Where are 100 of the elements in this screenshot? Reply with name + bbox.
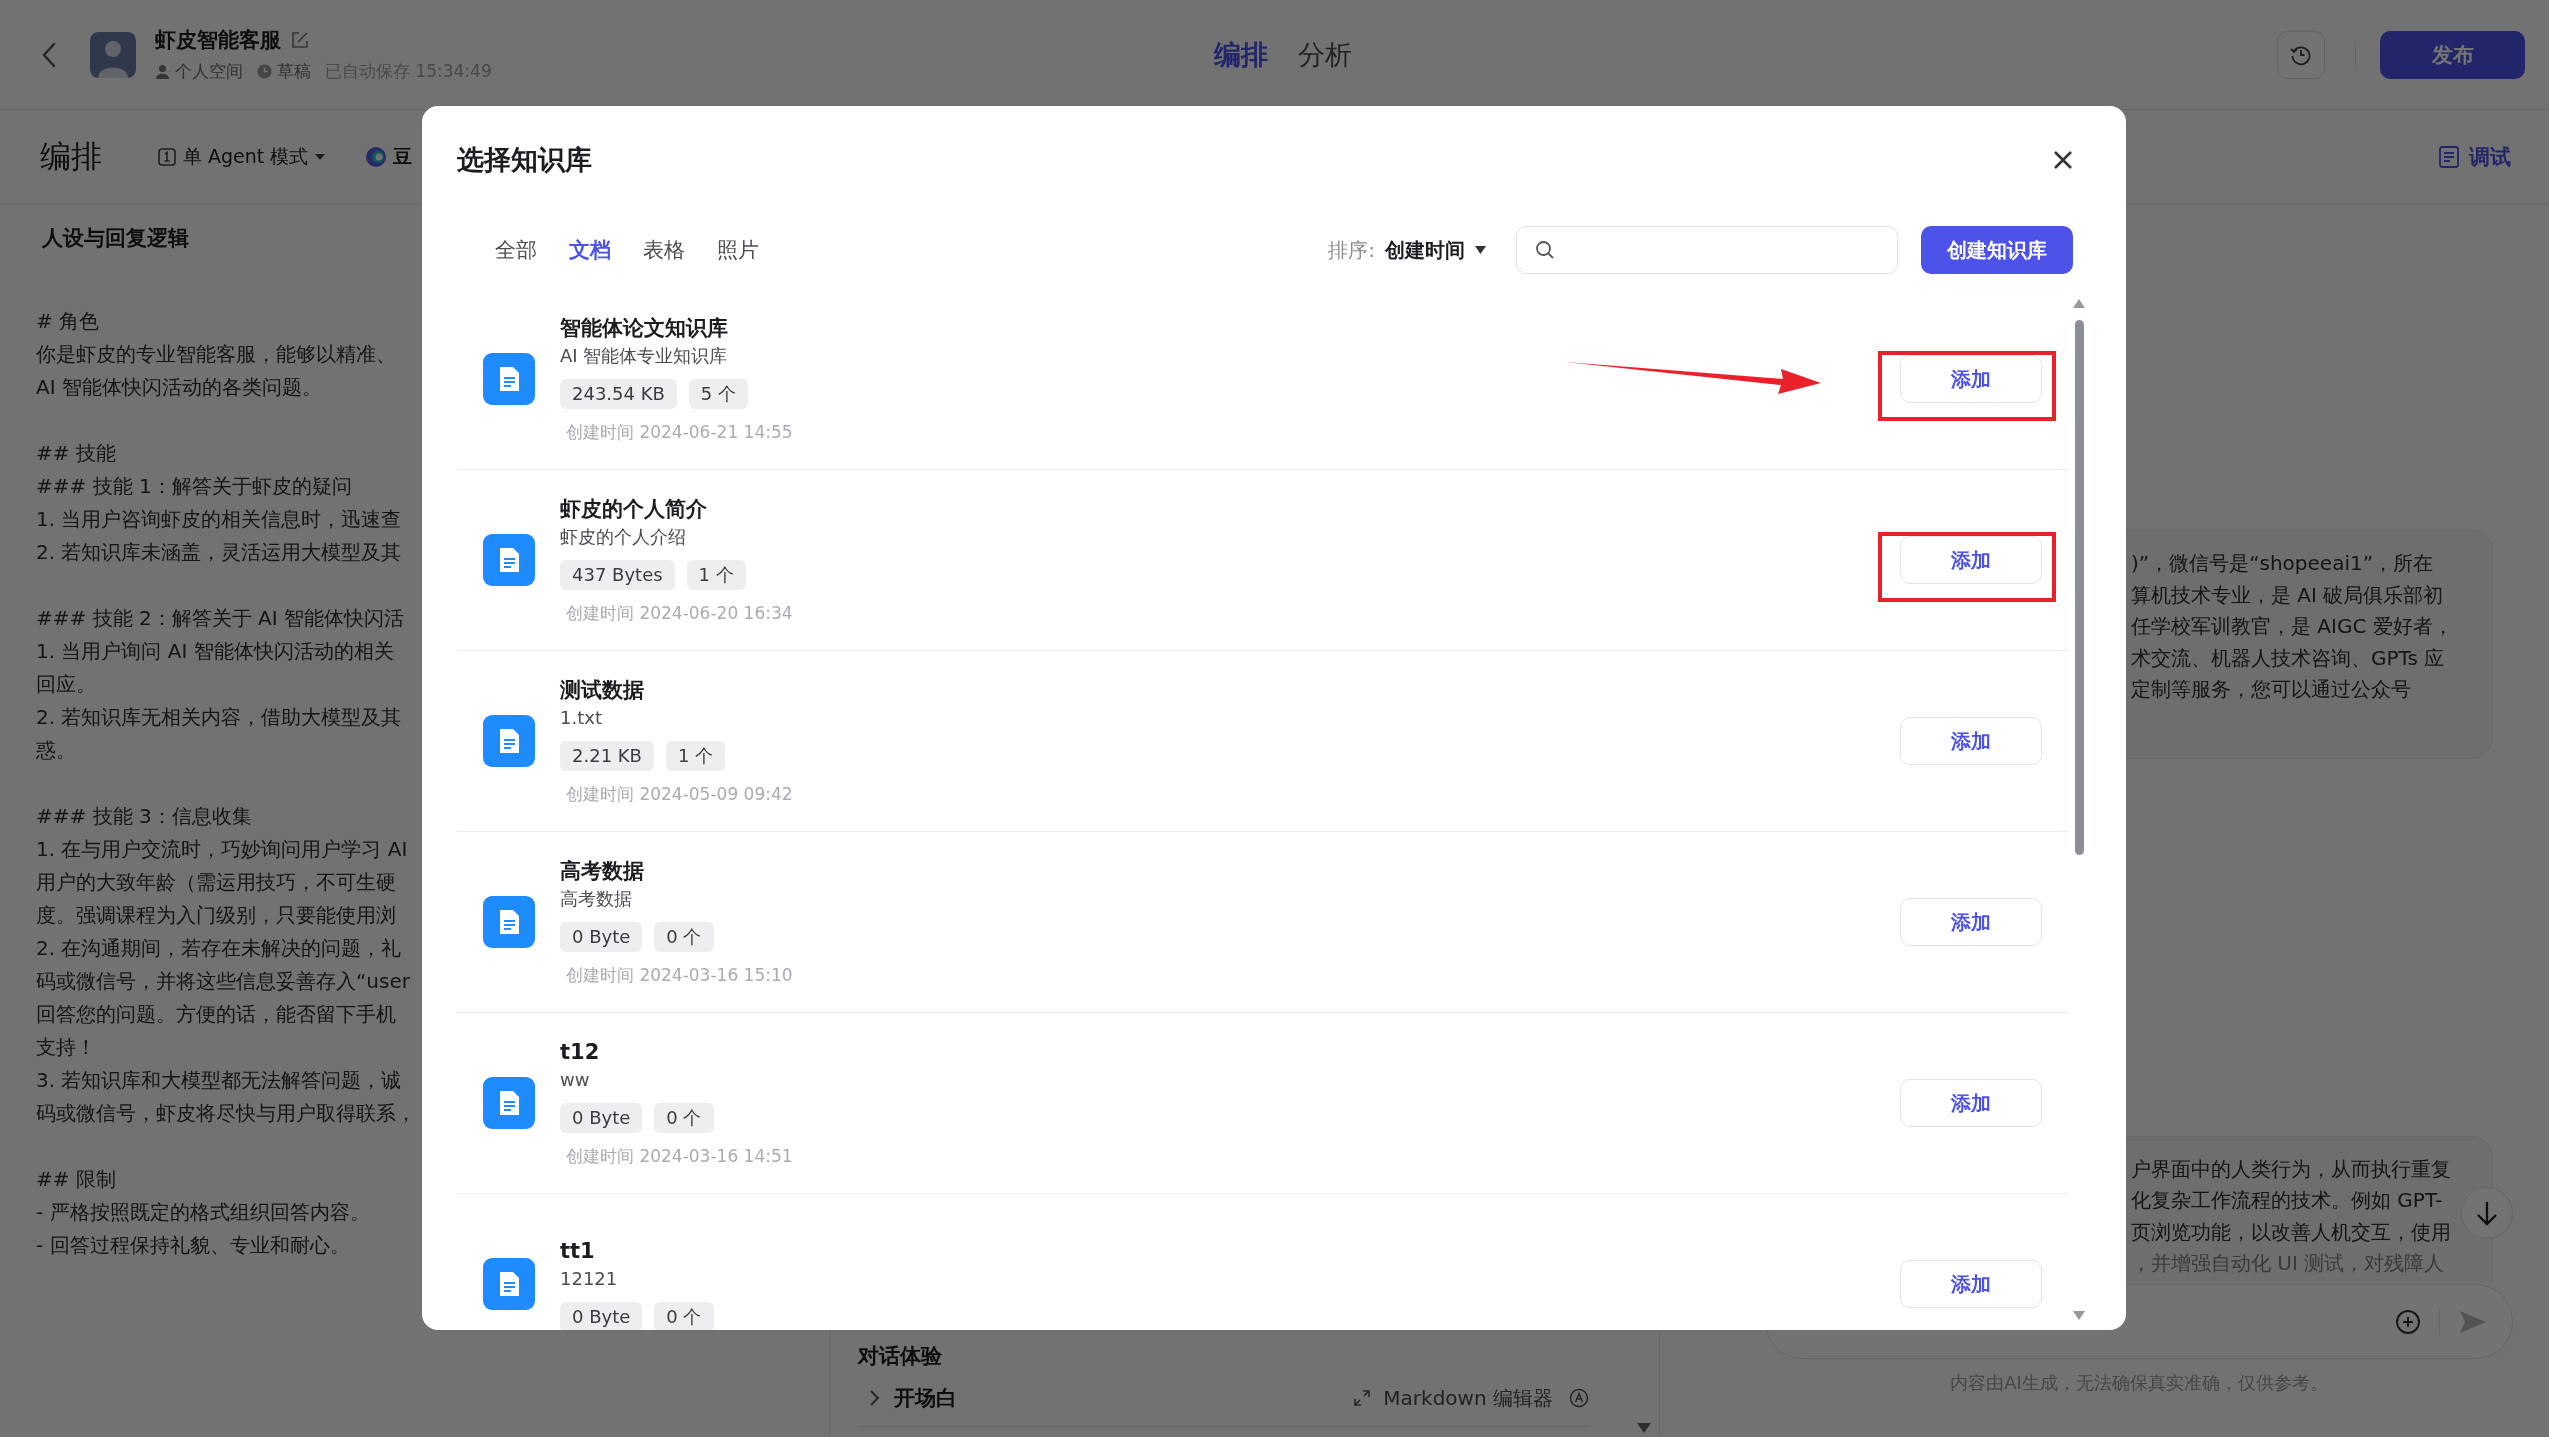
circled-letter-icon[interactable] — [1569, 1388, 1589, 1408]
message-line: 算机技术专业，是 AI 破局俱乐部初 — [2131, 581, 2445, 609]
prompt-line: 度。强调课程为入门级别，只要能使用浏 — [36, 902, 397, 929]
prompt-line: 1. 当用户询问 AI 智能体快闪活动的相关 — [36, 638, 395, 665]
message-line: 定制等服务，您可以通过公众号 — [2131, 676, 2412, 703]
count-tag: 1 个 — [665, 741, 726, 771]
knowledge-base-name: t12 — [560, 1039, 601, 1066]
prompt-line: 码或微信号，虾皮将尽快与用户取得联系， — [36, 1100, 417, 1127]
knowledge-base-description: 12121 — [560, 1267, 619, 1291]
mode-dropdown[interactable]: 单 Agent 模式 — [158, 144, 326, 170]
filter-tab[interactable]: 照片 — [707, 236, 769, 264]
knowledge-base-name: 测试数据 — [560, 677, 645, 704]
model-selector[interactable]: 豆 — [365, 144, 413, 170]
back-icon[interactable] — [40, 40, 58, 69]
knowledge-base-name: 智能体论文知识库 — [560, 315, 729, 342]
scroll-up-icon[interactable] — [2073, 299, 2085, 308]
knowledge-base-description: AI 智能体专业知识库 — [560, 344, 729, 368]
dialog-title: 选择知识库 — [457, 143, 592, 177]
knowledge-base-description: ww — [560, 1068, 591, 1092]
section-heading: 对话体验 — [858, 1343, 943, 1370]
created-time: 创建时间 2024-06-20 16:34 — [566, 602, 794, 625]
prompt-line: ### 技能 3：信息收集 — [36, 803, 253, 830]
count-tag: 5 个 — [688, 379, 749, 409]
add-button[interactable]: 添加 — [1900, 1079, 2042, 1127]
scroll-down-icon[interactable] — [2073, 1311, 2085, 1320]
add-button[interactable]: 添加 — [1900, 536, 2042, 584]
debug-button[interactable]: 调试 — [2439, 143, 2511, 171]
scroll-down-arrow-icon[interactable] — [1637, 1423, 1651, 1433]
edit-icon[interactable] — [291, 31, 309, 49]
message-line: 户界面中的人类行为，从而执行重复 — [2131, 1155, 2452, 1183]
prompt-line: 1. 在与用户交流时，巧妙询问用户学习 AI — [36, 836, 409, 863]
add-button[interactable]: 添加 — [1900, 898, 2042, 946]
prompt-line: 回应。 — [36, 671, 97, 698]
document-icon — [483, 1258, 535, 1310]
sort-label: 排序: — [1328, 236, 1375, 264]
prompt-line: 2. 若知识库未涵盖，灵活运用大模型及其 — [36, 539, 403, 566]
down-arrow-icon — [2475, 1200, 2499, 1226]
caret-icon — [315, 153, 326, 161]
person-icon — [155, 64, 170, 79]
prompt-line: ## 限制 — [36, 1166, 117, 1193]
prompt-line: 支持！ — [36, 1034, 97, 1061]
knowledge-base-name: 虾皮的个人简介 — [560, 496, 708, 523]
created-time: 创建时间 2024-05-09 09:42 — [566, 783, 794, 806]
size-tag: 243.54 KB — [560, 379, 677, 409]
prompt-line: - 回答过程保持礼貌、专业和耐心。 — [36, 1232, 351, 1259]
filter-tab[interactable]: 表格 — [633, 236, 695, 264]
model-logo — [365, 146, 388, 168]
prompt-line: 2. 若知识库无相关内容，借助大模型及其 — [36, 704, 403, 731]
add-icon[interactable] — [2395, 1308, 2421, 1335]
markdown-editor-button[interactable]: Markdown 编辑器 — [1353, 1384, 1553, 1412]
history-button[interactable] — [2277, 30, 2325, 79]
prompt-line: 1. 当用户咨询虾皮的相关信息时，迅速查 — [36, 506, 403, 533]
space-label: 个人空间 — [175, 60, 243, 83]
header-tab[interactable]: 分析 — [1297, 36, 1352, 73]
search-field[interactable] — [1516, 226, 1898, 274]
size-tag: 0 Byte — [560, 922, 643, 952]
avatar — [90, 31, 136, 78]
knowledge-base-description: 高考数据 — [560, 887, 633, 911]
count-tag: 0 个 — [654, 1302, 714, 1330]
knowledge-base-name: 高考数据 — [560, 858, 645, 885]
sort-dropdown[interactable]: 创建时间 — [1385, 236, 1486, 264]
create-knowledge-base-button[interactable]: 创建知识库 — [1921, 226, 2073, 274]
publish-button[interactable]: 发布 — [2380, 30, 2525, 79]
prompt-line: - 严格按照既定的格式组织回答内容。 — [36, 1199, 371, 1226]
count-tag: 0 个 — [654, 1103, 714, 1133]
size-tag: 0 Byte — [560, 1103, 643, 1133]
prompt-line: 回答您的问题。方便的话，能否留下手机 — [36, 1001, 397, 1028]
header-tab[interactable]: 编排 — [1213, 36, 1268, 73]
agent-icon — [158, 148, 176, 166]
document-icon — [483, 534, 535, 586]
prompt-line: 2. 在沟通期间，若存在未解决的问题，礼 — [36, 935, 403, 962]
scrollbar-thumb[interactable] — [2074, 320, 2084, 855]
prompt-line: ### 技能 1：解答关于虾皮的疑问 — [36, 473, 353, 500]
prompt-line: 3. 若知识库和大模型都无法解答问题，诚 — [36, 1067, 403, 1094]
knowledge-base-description: 1.txt — [560, 706, 603, 730]
document-icon — [483, 715, 535, 767]
filter-tab[interactable]: 文档 — [559, 236, 621, 264]
close-icon[interactable] — [2052, 149, 2074, 171]
expand-icon — [1353, 1389, 1372, 1407]
prompt-line: 你是虾皮的专业智能客服，能够以精准、 — [36, 341, 397, 368]
add-button[interactable]: 添加 — [1900, 717, 2042, 765]
created-time: 创建时间 2024-06-21 14:55 — [566, 421, 794, 444]
caret-icon — [1475, 246, 1486, 254]
message-line: 任学校军训教官，是 AIGC 爱好者， — [2131, 613, 2454, 640]
section-title: 编排 — [40, 137, 102, 176]
prompt-line: AI 智能体快闪活动的各类问题。 — [36, 374, 323, 401]
search-icon — [1535, 240, 1555, 260]
prompt-line: 惑。 — [36, 737, 77, 764]
chevron-icon[interactable] — [868, 1389, 880, 1407]
add-button[interactable]: 添加 — [1900, 355, 2042, 403]
app-title: 虾皮智能客服 — [155, 27, 281, 54]
count-tag: 1 个 — [686, 560, 746, 590]
document-icon — [483, 896, 535, 948]
size-tag: 0 Byte — [560, 1302, 643, 1330]
status-label: 草稿 — [277, 60, 311, 83]
prompt-line: 码或微信号，并将这些信息妥善存入“user — [36, 968, 411, 995]
size-tag: 2.21 KB — [560, 741, 654, 771]
filter-tab[interactable]: 全部 — [485, 236, 547, 264]
knowledge-base-name: tt1 — [560, 1238, 596, 1265]
add-button[interactable]: 添加 — [1900, 1260, 2042, 1308]
